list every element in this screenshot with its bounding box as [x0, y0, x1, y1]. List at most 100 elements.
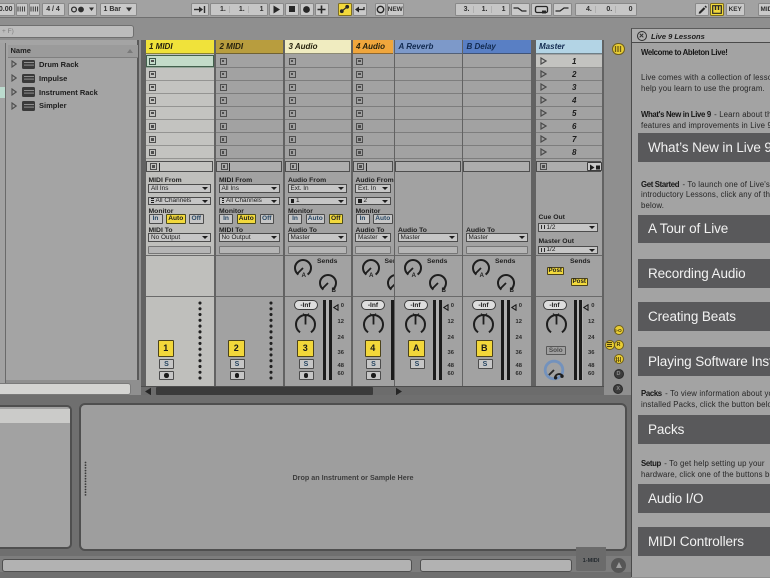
- io-dropdown[interactable]: Master: [465, 233, 528, 242]
- clip-stop-button[interactable]: [149, 109, 156, 117]
- expand-triangle-icon[interactable]: [11, 74, 18, 83]
- arm-button[interactable]: [298, 370, 314, 380]
- track-header[interactable]: 4 Audio: [352, 40, 393, 54]
- arrangement-position-display[interactable]: 1. 1. 1: [210, 2, 268, 16]
- clip-slot[interactable]: [395, 106, 462, 120]
- clip-slot[interactable]: [216, 132, 283, 146]
- io-dropdown[interactable]: All Channels: [148, 196, 211, 205]
- clip-slot[interactable]: [352, 67, 394, 81]
- lesson-banner[interactable]: Playing Software Instruments: [638, 347, 770, 376]
- quantization-menu[interactable]: 1 Bar: [100, 2, 137, 16]
- follow-button[interactable]: [191, 2, 209, 16]
- track-number-button[interactable]: 3: [297, 340, 314, 357]
- clip-stop-button[interactable]: [356, 83, 363, 91]
- scene-play-icon[interactable]: [539, 57, 547, 66]
- clip-slot[interactable]: [463, 106, 531, 120]
- clip-slot[interactable]: [216, 119, 283, 133]
- volume-field[interactable]: -Inf: [403, 300, 428, 310]
- clip-slot[interactable]: [145, 119, 214, 133]
- io-dropdown[interactable]: Ext. In: [287, 184, 347, 193]
- clip-stop-button[interactable]: [288, 109, 296, 117]
- clip-slot[interactable]: [285, 93, 351, 107]
- midi-map-button[interactable]: MIDI: [757, 2, 770, 16]
- punch-out-button[interactable]: [553, 2, 572, 16]
- solo-button[interactable]: S: [229, 359, 245, 369]
- clip-stop-button[interactable]: [219, 96, 227, 104]
- monitor-in-button[interactable]: In: [288, 214, 302, 224]
- track-number-button[interactable]: 1: [157, 340, 174, 357]
- io-dropdown[interactable]: Master: [355, 233, 391, 242]
- io-dropdown[interactable]: All Channels: [218, 196, 280, 205]
- reenable-automation-button[interactable]: [352, 2, 367, 16]
- solo-button[interactable]: S: [409, 359, 425, 369]
- lesson-banner[interactable]: Audio I/O: [638, 484, 770, 513]
- clip-slot[interactable]: [216, 106, 283, 120]
- clip-slot[interactable]: [285, 67, 351, 81]
- detail-toggle-button[interactable]: [611, 557, 626, 573]
- browser-item[interactable]: Drum Rack: [8, 58, 138, 72]
- punch-in-button[interactable]: [511, 2, 530, 16]
- clip-slot[interactable]: [352, 119, 394, 133]
- volume-field[interactable]: -Inf: [542, 300, 567, 310]
- browser-horizontal-scrollbar[interactable]: [0, 383, 131, 395]
- clip-slot[interactable]: [352, 145, 394, 159]
- detail-view-tab[interactable]: 1-MIDI: [576, 547, 606, 571]
- clip-stop-button[interactable]: [288, 148, 296, 156]
- solo-button[interactable]: S: [366, 359, 381, 369]
- volume-field[interactable]: -Inf: [293, 300, 318, 310]
- lesson-banner[interactable]: Packs: [638, 415, 770, 444]
- monitor-in-button[interactable]: In: [219, 214, 233, 224]
- clip-stop-button[interactable]: [356, 70, 363, 78]
- clip-slot[interactable]: [285, 106, 351, 120]
- clip-stop-button[interactable]: [288, 135, 296, 143]
- metronome-button[interactable]: [68, 2, 97, 16]
- browser-name-header[interactable]: Name: [7, 45, 138, 58]
- clip-stop-button[interactable]: [149, 96, 156, 104]
- scrollbar-thumb[interactable]: [156, 387, 373, 395]
- io-dropdown[interactable]: Master: [287, 233, 347, 242]
- io-dropdown[interactable]: Ext. In: [355, 184, 391, 193]
- clip-stop-button[interactable]: [356, 148, 363, 156]
- arm-button[interactable]: [159, 370, 174, 380]
- expand-triangle-icon[interactable]: [11, 88, 18, 97]
- session-overview-toggle[interactable]: [612, 42, 625, 56]
- io-dropdown[interactable]: 2: [355, 196, 391, 205]
- solo-label-button[interactable]: Solo: [546, 346, 566, 355]
- post-button-a[interactable]: Post: [546, 266, 564, 275]
- scene-slot[interactable]: 7: [535, 132, 602, 146]
- clip-slot[interactable]: [216, 80, 283, 94]
- track-header[interactable]: B Delay: [463, 40, 531, 54]
- clip-slot[interactable]: [285, 119, 351, 133]
- clip-slot[interactable]: [395, 67, 462, 81]
- clip-slot[interactable]: [352, 132, 394, 146]
- clip-slot[interactable]: [145, 132, 214, 146]
- clip-stop-button[interactable]: [219, 57, 227, 65]
- show-crossfader-toggle[interactable]: X: [613, 383, 624, 394]
- clip-slot[interactable]: [463, 54, 531, 68]
- clip-slot[interactable]: [463, 80, 531, 94]
- tempo-field[interactable]: 0.00: [0, 2, 15, 16]
- track-header[interactable]: 2 MIDI: [216, 40, 283, 54]
- track-letter-button[interactable]: B: [476, 340, 493, 357]
- scene-slot[interactable]: 8: [535, 145, 602, 159]
- clip-stop-button[interactable]: [219, 122, 227, 130]
- nudge-down-button[interactable]: [16, 2, 28, 16]
- monitor-off-button[interactable]: Off: [328, 214, 343, 224]
- browser-item[interactable]: Impulse: [8, 71, 138, 85]
- scene-play-icon[interactable]: [539, 96, 547, 105]
- clip-stop-button[interactable]: [149, 83, 156, 91]
- clip-slot[interactable]: [216, 67, 283, 81]
- track-header[interactable]: Master: [535, 40, 602, 54]
- clip-stop-button[interactable]: [149, 122, 156, 130]
- track-stop-button[interactable]: [150, 163, 157, 170]
- track-letter-button[interactable]: A: [408, 340, 425, 357]
- clip-slot[interactable]: [395, 132, 462, 146]
- scene-play-icon[interactable]: [539, 122, 547, 131]
- track-stop-button[interactable]: [220, 163, 228, 170]
- volume-field[interactable]: -Inf: [361, 300, 385, 310]
- clip-stop-button[interactable]: [149, 135, 156, 143]
- clip-stop-button[interactable]: [149, 70, 156, 78]
- clip-slot[interactable]: [285, 132, 351, 146]
- clip-stop-button[interactable]: [219, 109, 227, 117]
- lesson-banner[interactable]: MIDI Controllers: [638, 527, 770, 556]
